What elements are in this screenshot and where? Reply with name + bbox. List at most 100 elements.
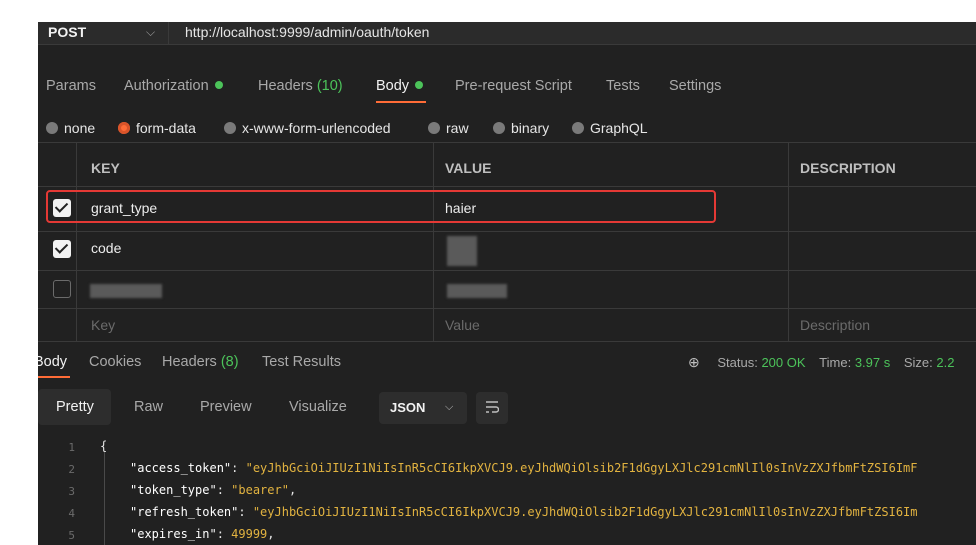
column-header-key: KEY [91,160,120,176]
json-colon: : [231,461,246,475]
radio-dot-icon [428,122,440,134]
tab-authorization-label: Authorization [124,78,209,94]
url-input[interactable]: http://localhost:9999/admin/oauth/token [185,24,429,40]
tab-headers[interactable]: Headers (10) [258,78,343,94]
view-raw[interactable]: Raw [134,399,163,415]
status-value: 200 OK [761,355,806,370]
json-value: "eyJhbGciOiJIUzI1NiIsInR5cCI6IkpXVCJ9.ey… [245,461,918,475]
globe-icon[interactable]: ⊕ [688,354,700,370]
table-row-key[interactable]: code [91,240,121,256]
radio-form-data-label: form-data [136,120,196,136]
code-line: "access_token": "eyJhbGciOiJIUzI1NiIsInR… [130,461,918,475]
json-value: "eyJhbGciOiJIUzI1NiIsInR5cCI6IkpXVCJ9.ey… [252,505,918,519]
table-divider [38,186,976,187]
json-colon: : [238,505,253,519]
form-data-table: KEY VALUE DESCRIPTION grant_type haier c… [38,142,976,342]
json-key: "refresh_token" [130,505,239,519]
json-value: 49999 [231,527,268,541]
json-key: "expires_in" [130,527,217,541]
table-divider [38,231,976,232]
radio-dot-icon [572,122,584,134]
radio-x-www-form-urlencoded[interactable]: x-www-form-urlencoded [224,120,391,136]
tab-pre-request-script[interactable]: Pre-request Script [455,78,572,94]
column-header-description: DESCRIPTION [800,160,896,176]
tab-body[interactable]: Body [376,78,424,94]
radio-binary-label: binary [511,120,550,136]
line-number: 2 [68,463,75,476]
tab-headers-label: Headers [258,78,313,94]
json-colon: : [216,527,232,541]
table-divider [38,308,976,309]
tab-tests[interactable]: Tests [606,78,640,94]
method-select[interactable]: POST [48,24,86,40]
code-line: { [100,439,108,453]
radio-urlencoded-label: x-www-form-urlencoded [242,120,391,136]
line-number: 4 [68,507,75,520]
status-dot-icon [214,81,223,89]
radio-raw[interactable]: raw [428,120,469,136]
format-label[interactable]: JSON [390,400,425,415]
wrap-lines-icon [486,401,499,413]
view-pretty[interactable]: Pretty [56,399,94,415]
postman-window: POST ⌵ http://localhost:9999/admin/oauth… [38,22,976,545]
redacted-key [90,284,162,298]
tab-settings[interactable]: Settings [669,78,721,94]
tab-params[interactable]: Params [46,78,96,94]
view-visualize[interactable]: Visualize [289,399,347,415]
radio-none-label: none [64,120,96,136]
radio-binary[interactable]: binary [493,120,549,136]
row-checkbox-unchecked[interactable] [53,280,71,298]
highlight-box [46,190,716,223]
json-key: "access_token" [130,461,232,475]
url-divider [168,22,169,44]
line-number: 3 [68,485,75,498]
status-dot-icon [415,81,424,89]
value-placeholder[interactable]: Value [445,317,480,333]
status-label: Status: [717,355,758,370]
radio-none[interactable]: none [46,120,95,136]
tab-authorization[interactable]: Authorization [124,78,223,94]
response-headers-count: (8) [220,354,239,370]
url-bar [38,22,976,45]
response-tab-body[interactable]: Body [38,354,67,370]
time-value: 3.97 s [854,355,891,370]
headers-count: (10) [316,78,343,94]
description-placeholder[interactable]: Description [800,317,870,333]
redacted-value [447,284,507,298]
radio-graphql[interactable]: GraphQL [572,120,648,136]
radio-dot-icon [46,122,58,134]
radio-selected-icon [118,122,130,134]
table-divider [76,142,77,342]
response-tab-cookies[interactable]: Cookies [89,354,141,370]
response-headers-label: Headers [162,354,217,370]
table-divider [38,341,976,342]
code-line: "refresh_token": "eyJhbGciOiJIUzI1NiIsIn… [130,505,918,519]
radio-raw-label: raw [446,120,469,136]
size-value: 2.2 [936,355,955,370]
radio-form-data[interactable]: form-data [118,120,196,136]
table-divider [788,142,789,342]
chevron-down-icon[interactable]: ⌵ [146,25,155,40]
radio-graphql-label: GraphQL [590,120,648,136]
column-header-value: VALUE [445,160,492,176]
table-divider [433,142,434,342]
response-tab-test-results[interactable]: Test Results [262,354,341,370]
radio-dot-icon [493,122,505,134]
response-tab-underline [38,376,70,378]
key-placeholder[interactable]: Key [91,317,115,333]
chevron-down-icon[interactable]: ⌵ [445,401,453,414]
tab-body-label: Body [376,78,410,94]
json-value: "bearer" [231,483,289,497]
code-line: "expires_in": 49999, [130,527,275,541]
body-tab-underline [376,101,426,103]
view-preview[interactable]: Preview [200,399,252,415]
row-checkbox-checked[interactable] [53,240,71,258]
json-comma: , [288,483,297,497]
table-divider [38,270,976,271]
redacted-value [447,236,477,266]
json-key: "token_type" [130,483,217,497]
table-divider [38,142,976,143]
response-tab-headers[interactable]: Headers (8) [162,354,239,370]
fold-guide [104,452,105,545]
size-label: Size: [903,355,933,370]
